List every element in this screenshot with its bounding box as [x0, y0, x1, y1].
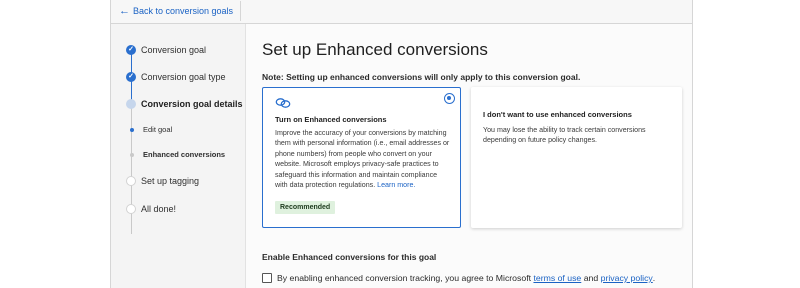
option-title: I don't want to use enhanced conversions [483, 110, 632, 119]
back-to-conversion-goals-button[interactable]: ← Back to conversion goals [116, 1, 242, 21]
page-title: Set up Enhanced conversions [262, 40, 488, 59]
consent-checkbox[interactable] [262, 273, 272, 283]
substep-label: Edit goal [143, 125, 173, 134]
learn-more-link[interactable]: Learn more. [377, 181, 415, 189]
scope-note: Note: Setting up enhanced conversions wi… [262, 72, 581, 82]
wizard-steps-sidebar: ✓ Conversion goal ✓ Conversion goal type… [111, 24, 246, 288]
step-label: Conversion goal type [141, 72, 226, 82]
option-description: Improve the accuracy of your conversions… [275, 128, 451, 190]
consent-text: By enabling enhanced conversion tracking… [277, 273, 532, 283]
terms-of-use-link[interactable]: terms of use [533, 273, 581, 283]
substep-dot [129, 128, 134, 132]
top-bar: ← Back to conversion goals [111, 0, 692, 24]
option-title: Turn on Enhanced conversions [275, 115, 387, 124]
current-step-indicator [126, 99, 136, 109]
consent-suffix: . [652, 273, 656, 283]
step-label: All done! [141, 204, 177, 214]
back-label: Back to conversion goals [133, 6, 234, 16]
option-do-not-use-enhanced-conversions[interactable]: I don't want to use enhanced conversions… [471, 87, 682, 228]
privacy-policy-link[interactable]: privacy policy [601, 273, 653, 283]
step-label: Conversion goal details [141, 99, 243, 109]
option-description: You may lose the ability to track certai… [483, 126, 646, 145]
option-turn-on-enhanced-conversions[interactable]: Turn on Enhanced conversions Improve the… [262, 87, 461, 228]
arrow-left-icon: ← [119, 4, 130, 17]
option-description-text: Improve the accuracy of your conversions… [275, 129, 450, 190]
recommended-badge: Recommended [275, 201, 336, 214]
consent-and: and [583, 273, 599, 283]
checkmark-icon: ✓ [126, 45, 136, 55]
pending-step-indicator [126, 204, 136, 214]
enable-heading: Enable Enhanced conversions for this goa… [262, 252, 437, 262]
app-window: ← Back to conversion goals ✓ Conversion … [110, 0, 693, 288]
option-radio-selected[interactable] [444, 93, 455, 104]
checkmark-icon: ✓ [126, 72, 136, 82]
link-icon [275, 98, 291, 108]
substep-label: Enhanced conversions [143, 150, 226, 159]
substep-dot [129, 153, 134, 157]
consent-row: By enabling enhanced conversion tracking… [262, 271, 655, 285]
step-label: Conversion goal [141, 45, 207, 55]
step-label: Set up tagging [141, 176, 200, 186]
progress-line-remaining [131, 104, 132, 234]
main-content: Set up Enhanced conversions Note: Settin… [262, 24, 687, 288]
pending-step-indicator [126, 176, 136, 186]
